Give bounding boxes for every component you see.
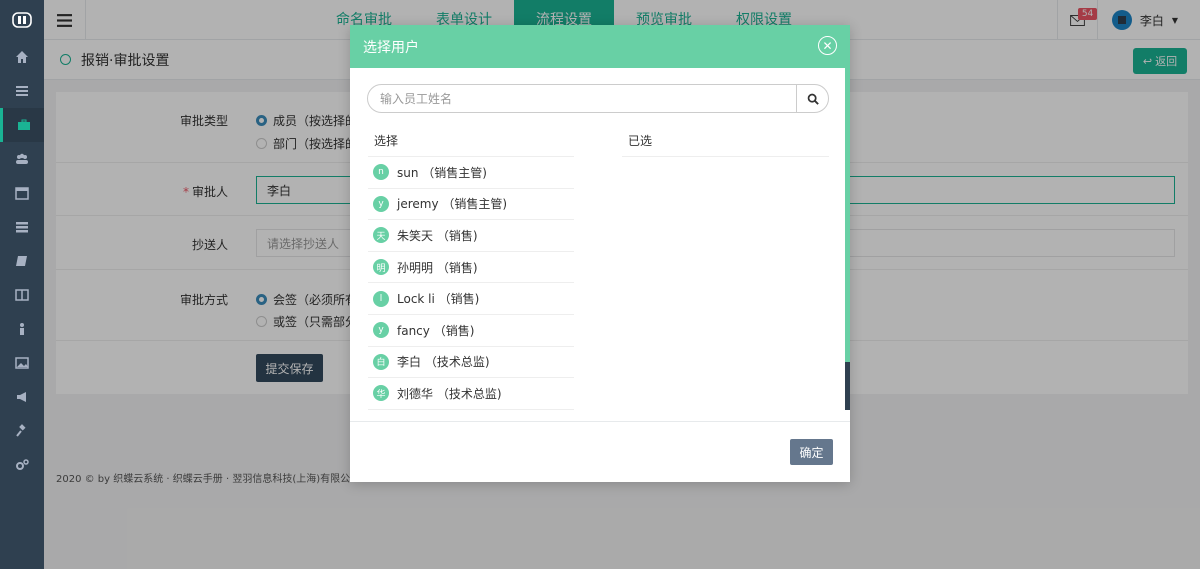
user-name: 刘德华 （技术总监) — [397, 386, 502, 401]
book-icon[interactable] — [0, 244, 44, 278]
list-item[interactable]: 天朱笑天 （销售) — [368, 220, 574, 252]
image-icon[interactable] — [0, 346, 44, 380]
user-initial-badge: 华 — [373, 385, 389, 402]
list-item[interactable]: 白李白 （技术总监) — [368, 347, 574, 379]
select-user-modal: 选择用户 ✕ 输入员工姓名 选择 已选 n sun （销售主管) y jeremy … — [350, 25, 850, 482]
user-initial-badge: 明 — [373, 259, 389, 276]
search-input[interactable]: 输入员工姓名 — [368, 90, 796, 107]
user-initial-badge: 天 — [373, 227, 389, 244]
list-item[interactable]: 华刘德华 （技术总监) — [368, 378, 574, 410]
list-item[interactable]: y jeremy （销售主管) — [368, 189, 574, 221]
user-initial-badge: n — [373, 164, 389, 181]
list-item[interactable]: l Lock li （销售) — [368, 283, 574, 315]
person-icon[interactable] — [0, 312, 44, 346]
user-initial-badge: y — [373, 195, 389, 212]
columns-icon[interactable] — [0, 278, 44, 312]
users-icon[interactable] — [0, 142, 44, 176]
user-name: Lock li （销售) — [397, 292, 480, 307]
close-icon[interactable]: ✕ — [818, 36, 837, 55]
scrollbar-thumb[interactable] — [845, 362, 850, 410]
modal-scrollbar[interactable] — [845, 68, 850, 410]
employee-search: 输入员工姓名 — [367, 84, 829, 113]
user-name: jeremy （销售主管) — [397, 197, 508, 212]
calendar-icon[interactable] — [0, 176, 44, 210]
search-icon[interactable] — [796, 85, 828, 112]
briefcase-icon[interactable] — [0, 108, 44, 142]
logo-icon[interactable] — [0, 0, 44, 40]
user-name: 朱笑天 （销售) — [397, 228, 478, 243]
gavel-icon[interactable] — [0, 414, 44, 448]
list-icon[interactable] — [0, 74, 44, 108]
user-name: 李白 （技术总监) — [397, 355, 490, 370]
user-initial-badge: 白 — [373, 353, 389, 370]
user-list: n sun （销售主管) y jeremy （销售主管) 天朱笑天 （销售) 明孙明… — [368, 157, 574, 410]
confirm-button[interactable]: 确定 — [790, 439, 833, 465]
modal-header: 选择用户 ✕ — [350, 25, 850, 68]
select-column-header: 选择 — [368, 133, 574, 157]
cogs-icon[interactable] — [0, 448, 44, 482]
home-icon[interactable] — [0, 40, 44, 74]
tasks-icon[interactable] — [0, 210, 44, 244]
user-initial-badge: l — [373, 290, 389, 307]
user-initial-badge: y — [373, 322, 389, 339]
modal-body: 输入员工姓名 选择 已选 n sun （销售主管) y jeremy （销售主管) … — [350, 68, 850, 422]
sidebar — [0, 0, 44, 569]
list-item[interactable]: y fancy （销售) — [368, 315, 574, 347]
list-item[interactable]: 明孙明明 （销售) — [368, 252, 574, 284]
bullhorn-icon[interactable] — [0, 380, 44, 414]
user-name: 孙明明 （销售) — [397, 260, 478, 275]
user-name: fancy （销售) — [397, 323, 475, 338]
selected-column-header: 已选 — [622, 133, 829, 157]
list-item[interactable]: n sun （销售主管) — [368, 157, 574, 189]
user-name: sun （销售主管) — [397, 165, 487, 180]
modal-title: 选择用户 — [363, 39, 419, 56]
